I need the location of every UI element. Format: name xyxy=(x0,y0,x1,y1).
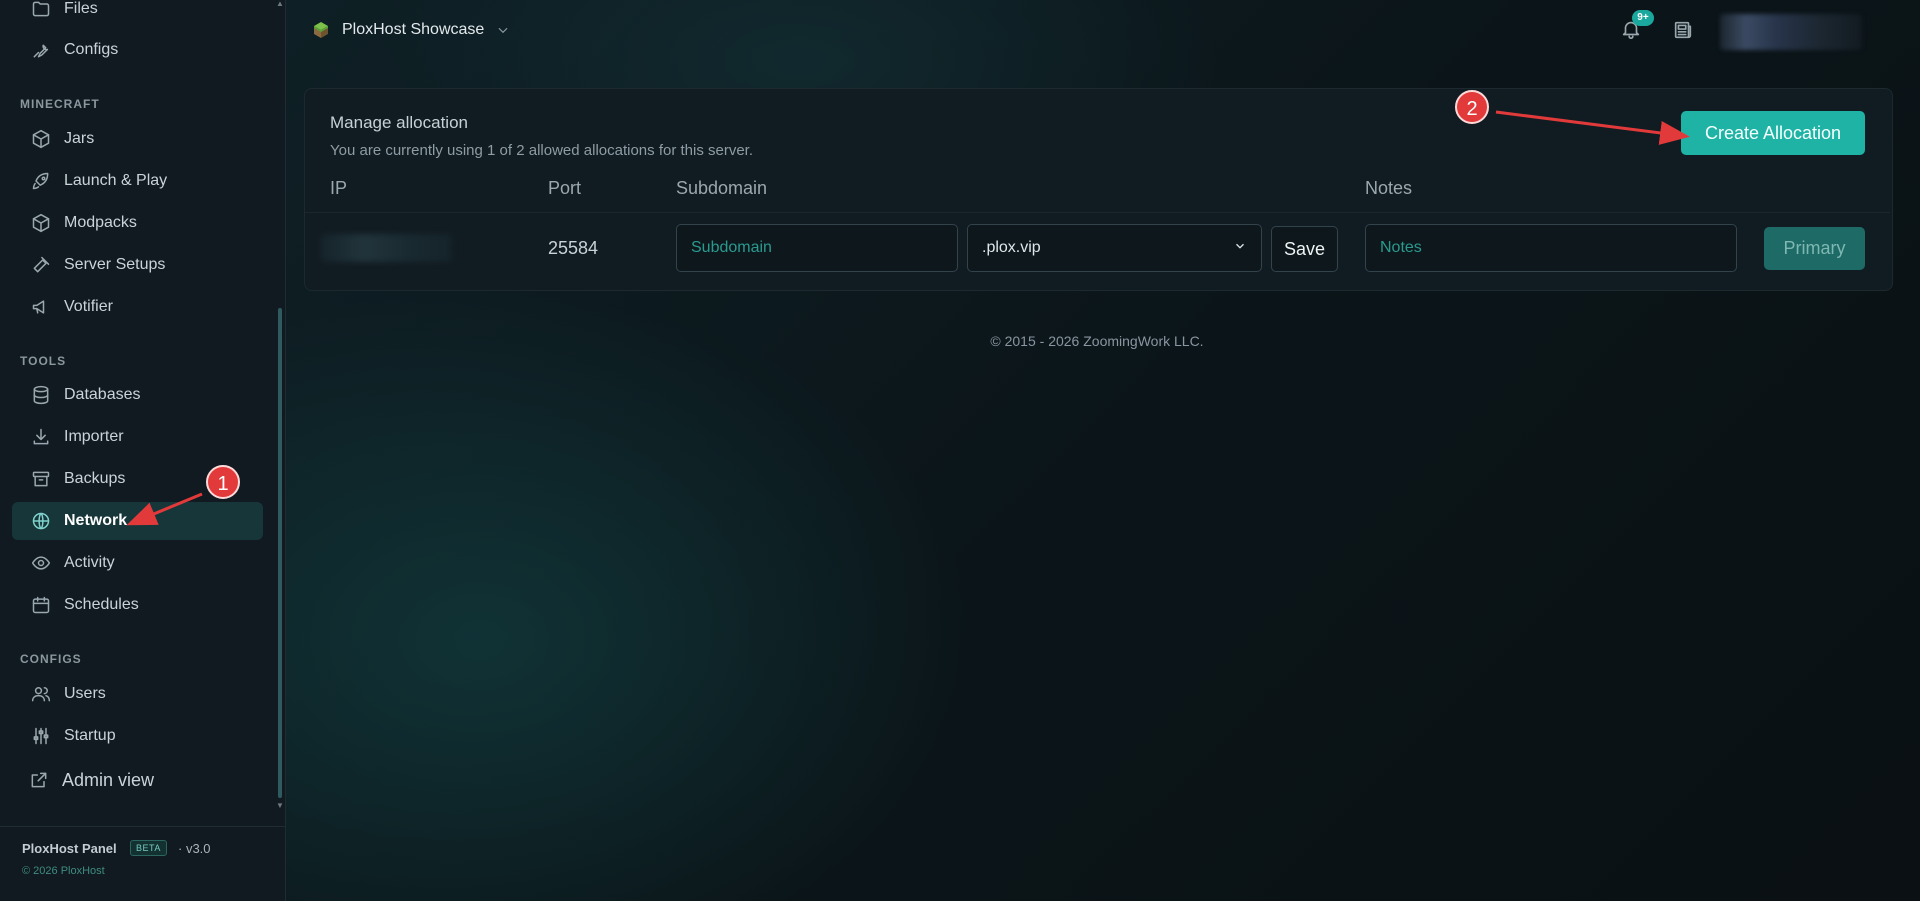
sidebar-item-schedules[interactable]: Schedules xyxy=(12,586,263,624)
sidebar-item-label: Importer xyxy=(64,428,124,445)
globe-icon xyxy=(30,510,52,532)
download-icon xyxy=(30,426,52,448)
column-header-notes: Notes xyxy=(1365,178,1413,198)
sidebar-item-server-setups[interactable]: Server Setups xyxy=(12,246,263,284)
create-allocation-button[interactable]: Create Allocation xyxy=(1681,111,1865,155)
subdomain-input[interactable]: Subdomain xyxy=(676,224,958,272)
server-selector[interactable]: PloxHost Showcase xyxy=(312,18,510,42)
sidebar-item-activity[interactable]: Activity xyxy=(12,544,263,582)
sidebar-item-label: Startup xyxy=(64,727,116,744)
save-button[interactable]: Save xyxy=(1271,226,1338,272)
column-header-port: Port xyxy=(548,178,582,198)
server-name: PloxHost Showcase xyxy=(342,21,485,38)
archive-icon xyxy=(30,468,52,490)
folder-icon xyxy=(30,0,52,20)
sidebar-scrollbar[interactable] xyxy=(278,308,282,798)
rocket-icon xyxy=(30,170,52,192)
sidebar-item-label: Jars xyxy=(64,130,95,147)
sidebar-item-label: Votifier xyxy=(64,298,113,315)
panel-name: PloxHost Panel xyxy=(22,841,117,856)
sidebar-item-label: Configs xyxy=(64,41,119,58)
sidebar-item-importer[interactable]: Importer xyxy=(12,418,263,456)
sidebar-item-label: Schedules xyxy=(64,596,139,613)
sidebar-item-modpacks[interactable]: Modpacks xyxy=(12,204,263,242)
sidebar-footer-divider xyxy=(0,826,285,827)
annotation-marker-1: 1 xyxy=(206,465,240,499)
database-icon xyxy=(30,384,52,406)
domain-select-value: .plox.vip xyxy=(982,239,1041,256)
sidebar-item-label: Files xyxy=(64,0,98,17)
sidebar-item-label: Admin view xyxy=(62,769,155,790)
column-header-subdomain: Subdomain xyxy=(676,178,768,198)
port-value: 25584 xyxy=(548,238,599,258)
scroll-down-arrow[interactable]: ▼ xyxy=(275,802,285,810)
sidebar-copyright: © 2026 PloxHost xyxy=(22,865,105,877)
cube-icon xyxy=(30,128,52,150)
eye-icon xyxy=(30,552,52,574)
calendar-icon xyxy=(30,594,52,616)
wrench-icon xyxy=(30,39,52,61)
card-subtitle: You are currently using 1 of 2 allowed a… xyxy=(330,142,754,159)
sidebar-item-jars[interactable]: Jars xyxy=(12,120,263,158)
user-menu[interactable] xyxy=(1720,14,1862,50)
sliders-icon xyxy=(30,725,52,747)
sidebar-item-label: Activity xyxy=(64,554,115,571)
sidebar-item-files[interactable]: Files xyxy=(12,0,263,28)
domain-select[interactable]: .plox.vip xyxy=(967,224,1262,272)
chevron-down-icon xyxy=(1233,239,1247,258)
sidebar-item-databases[interactable]: Databases xyxy=(12,376,263,414)
chevron-down-icon xyxy=(496,23,510,37)
sidebar-item-users[interactable]: Users xyxy=(12,675,263,713)
section-title-minecraft: MINECRAFT xyxy=(20,97,100,111)
sidebar-item-label: Databases xyxy=(64,386,141,403)
news-button[interactable] xyxy=(1672,19,1696,43)
beta-badge: BETA xyxy=(130,840,167,856)
footer-copyright: © 2015 - 2026 ZoomingWork LLC. xyxy=(990,333,1204,349)
sidebar-item-configs[interactable]: Configs xyxy=(12,31,263,69)
panel-version: · v3.0 xyxy=(178,841,211,856)
scroll-up-arrow[interactable]: ▲ xyxy=(275,0,285,8)
sidebar-item-startup[interactable]: Startup xyxy=(12,717,263,755)
section-title-configs: CONFIGS xyxy=(20,652,82,666)
grass-block-icon xyxy=(312,21,330,39)
sidebar-item-label: Backups xyxy=(64,470,126,487)
cube-icon xyxy=(30,212,52,234)
annotation-marker-2: 2 xyxy=(1455,90,1489,124)
bell-icon xyxy=(1620,21,1642,44)
column-header-ip: IP xyxy=(330,178,348,198)
sidebar-item-admin-view[interactable]: Admin view xyxy=(12,761,263,799)
sidebar-item-network[interactable]: Network xyxy=(12,502,263,540)
users-icon xyxy=(30,683,52,705)
sidebar: ▲ ▼ Files Configs MINECRAFT Jars Launch … xyxy=(0,0,286,901)
table-divider xyxy=(305,212,1890,213)
section-title-tools: TOOLS xyxy=(20,354,67,368)
sidebar-item-label: Launch & Play xyxy=(64,172,168,189)
sidebar-item-label: Modpacks xyxy=(64,214,137,231)
sidebar-item-label: Server Setups xyxy=(64,256,166,273)
sidebar-item-label: Users xyxy=(64,685,106,702)
ip-address-redacted xyxy=(320,234,452,262)
newspaper-icon xyxy=(1672,21,1694,45)
hammer-icon xyxy=(30,254,52,276)
primary-button[interactable]: Primary xyxy=(1764,227,1865,270)
megaphone-icon xyxy=(30,296,52,318)
external-link-icon xyxy=(28,769,50,791)
notification-count-badge: 9+ xyxy=(1632,10,1654,26)
card-title: Manage allocation xyxy=(330,113,468,132)
sidebar-item-launch-play[interactable]: Launch & Play xyxy=(12,162,263,200)
notes-input[interactable]: Notes xyxy=(1365,224,1737,272)
sidebar-item-votifier[interactable]: Votifier xyxy=(12,288,263,326)
sidebar-item-label: Network xyxy=(64,512,128,529)
